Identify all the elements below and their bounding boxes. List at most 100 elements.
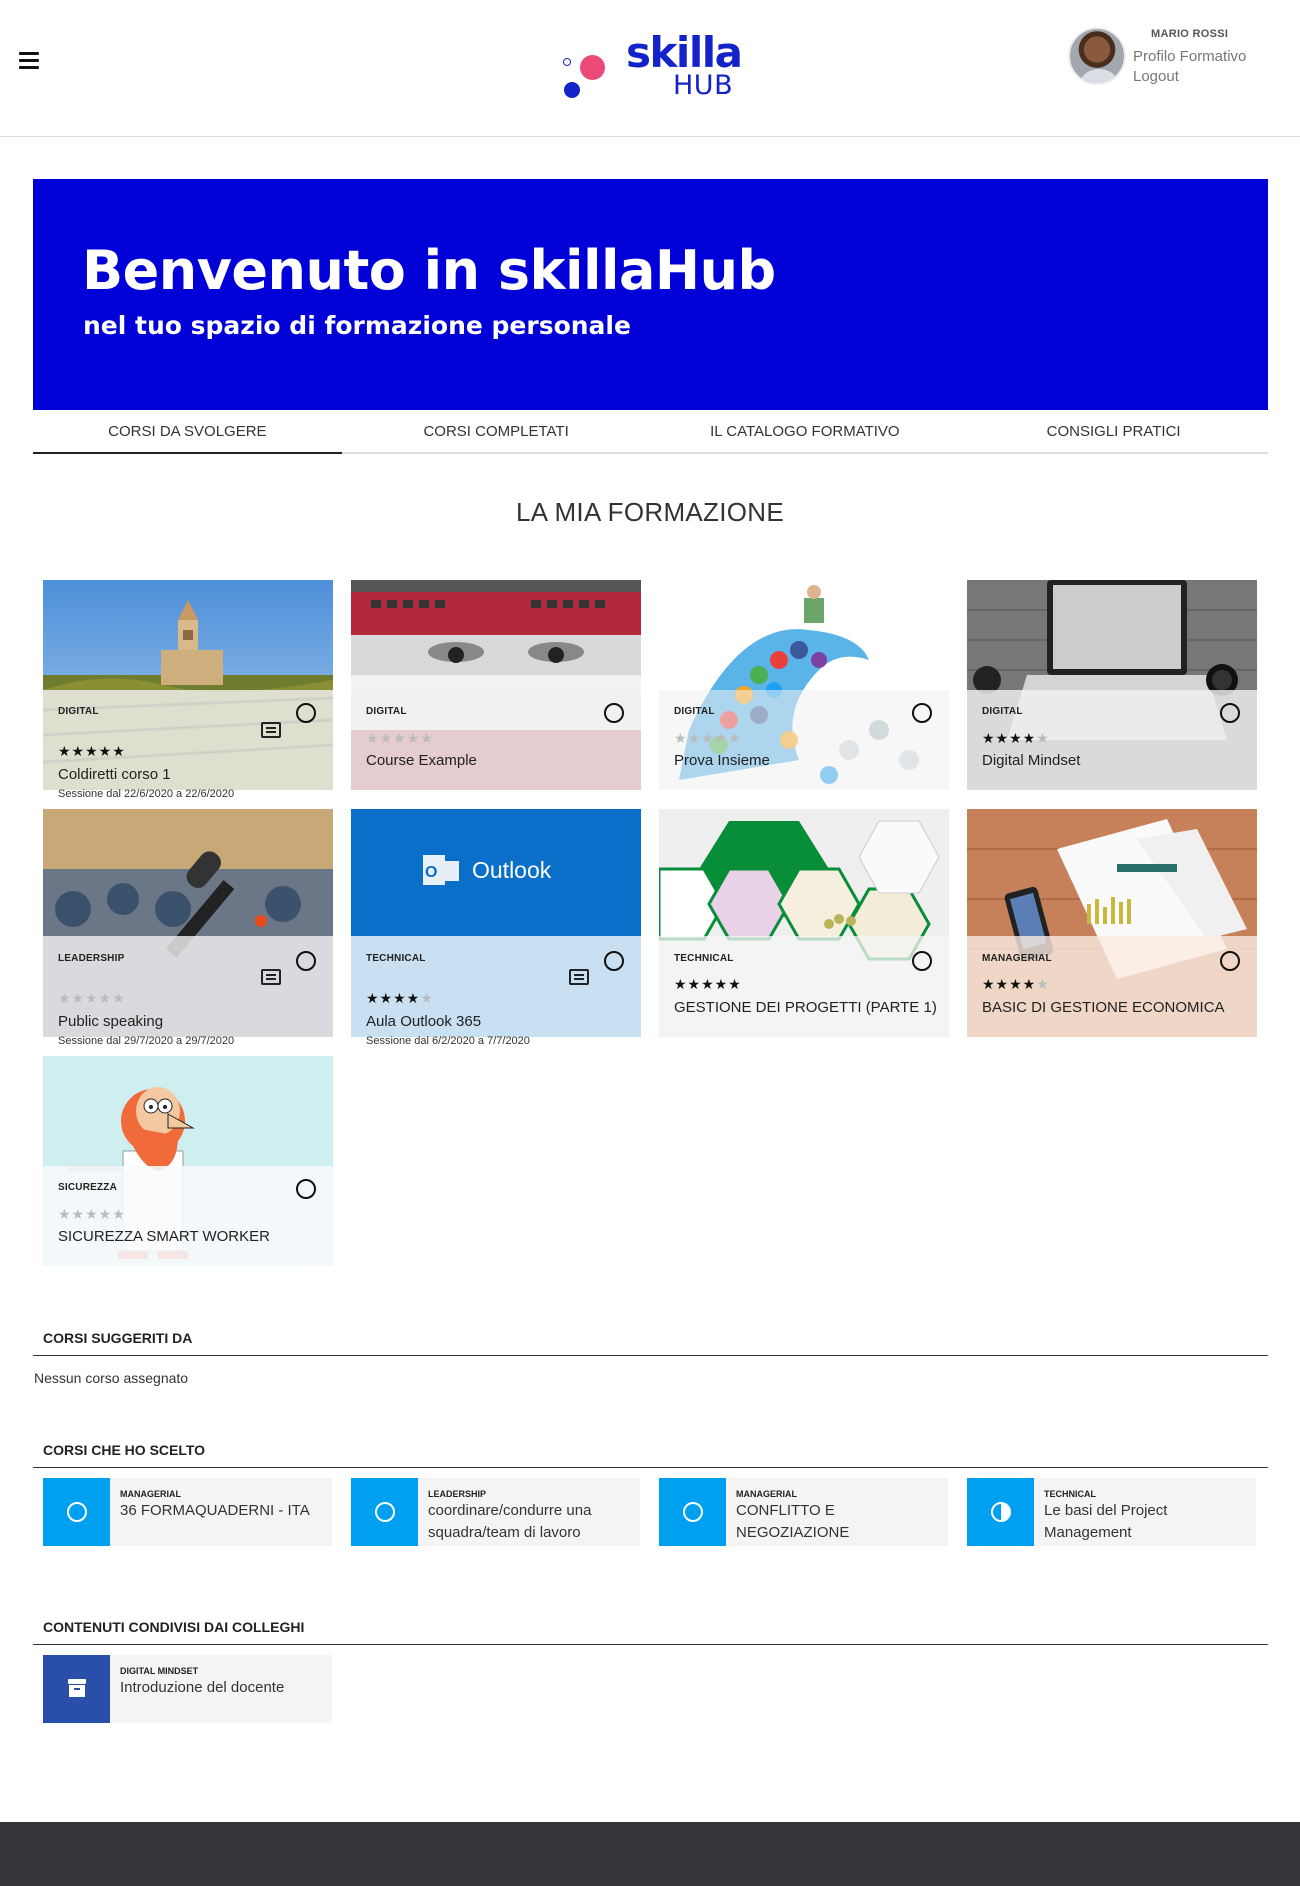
chosen-title: 36 FORMAQUADERNI - ITA [120,1502,310,1519]
archive-icon [68,1679,86,1697]
chosen-category: TECHNICAL [1044,1489,1096,1499]
rating-stars: ★★★★★ [674,730,742,746]
course-category: DIGITAL [58,706,99,717]
course-title: Prova Insieme [674,752,770,769]
banner-subtitle: nel tuo spazio di formazione personale [83,311,631,340]
course-card[interactable]: DIGITAL ★★★★★ Coldiretti corso 1 [43,580,333,790]
course-card[interactable]: DIGITAL ★★★★★ Course Example [351,580,641,790]
circle-icon [67,1502,87,1522]
chosen-course-item[interactable]: MANAGERIAL CONFLITTO E NEGOZIAZIONE [659,1478,948,1546]
chosen-title: CORSI CHE HO SCELTO [43,1442,206,1458]
status-circle-icon [604,951,624,971]
course-category: DIGITAL [674,706,715,717]
classroom-icon [261,969,281,985]
chosen-title: Le basi del Project Management [1044,1502,1168,1541]
status-circle-icon [1220,951,1240,971]
tab-consigli-pratici[interactable]: CONSIGLI PRATICI [959,410,1268,452]
tab-corsi-completati[interactable]: CORSI COMPLETATI [342,410,651,452]
status-circle-icon [296,951,316,971]
course-card[interactable]: O Outlook TECHNICAL ★★★★★ Aula Outlook 3… [351,809,641,1037]
course-session: Sessione dal 6/2/2020 a 7/7/2020 [366,1035,530,1047]
suggested-title: CORSI SUGGERITI DA [43,1330,193,1346]
content-type-tile [43,1655,110,1723]
logo-dot [564,82,580,98]
shared-content-item[interactable]: DIGITAL MINDSET Introduzione del docente [43,1655,332,1723]
page-footer [0,1822,1300,1886]
course-title: Aula Outlook 365 [366,1013,482,1030]
chosen-category: LEADERSHIP [428,1489,487,1499]
circle-icon [683,1502,703,1522]
logo-main-text: skilla [626,28,743,77]
rating-stars: ★★★★★ [982,730,1050,746]
chosen-course-item[interactable]: MANAGERIAL 36 FORMAQUADERNI - ITA [43,1478,332,1546]
user-name: MARIO ROSSI [1151,28,1229,40]
course-title: Digital Mindset [982,752,1081,769]
course-title: Course Example [366,752,477,769]
half-circle-icon [991,1502,1011,1522]
course-title: Coldiretti corso 1 [58,766,171,783]
course-title: Public speaking [58,1013,164,1030]
top-header: skilla HUB MARIO ROSSI Profilo Formativo… [0,0,1300,137]
tab-catalogo-formativo[interactable]: IL CATALOGO FORMATIVO [651,410,960,452]
course-category: TECHNICAL [366,953,426,964]
course-card[interactable]: DIGITAL ★★★★★ Digital Mindset [967,580,1257,790]
chosen-section-header: CORSI CHE HO SCELTO [33,1436,1268,1468]
course-card[interactable]: TECHNICAL ★★★★★ GESTIONE DEI PROGETTI (P… [659,809,949,1037]
circle-icon [375,1502,395,1522]
menu-icon[interactable] [19,52,39,70]
skillahub-logo[interactable]: skilla HUB [560,32,743,108]
course-category: DIGITAL [982,706,1023,717]
course-status-tile [967,1478,1034,1546]
course-card[interactable]: MANAGERIAL ★★★★★ BASIC DI GESTIONE ECONO… [967,809,1257,1037]
tab-corsi-da-svolgere[interactable]: CORSI DA SVOLGERE [33,410,342,454]
user-menu: MARIO ROSSI Profilo Formativo Logout [1066,25,1296,95]
shared-title: Introduzione del docente [120,1679,285,1696]
banner-title: Benvenuto in skillaHub [82,239,776,302]
tab-bar: CORSI DA SVOLGERE CORSI COMPLETATI IL CA… [33,410,1268,454]
course-title: GESTIONE DEI PROGETTI (PARTE 1) [674,999,937,1016]
course-session: Sessione dal 29/7/2020 a 29/7/2020 [58,1035,235,1047]
logo-dot [580,55,605,80]
course-title: BASIC DI GESTIONE ECONOMICA [982,999,1225,1016]
profile-link[interactable]: Profilo Formativo [1133,48,1246,65]
chosen-course-item[interactable]: TECHNICAL Le basi del Project Management [967,1478,1256,1546]
section-title: LA MIA FORMAZIONE [515,497,785,527]
rating-stars: ★★★★★ [366,730,434,746]
logo-sub-text: HUB [673,70,734,101]
course-category: MANAGERIAL [982,953,1052,964]
logo-dot [563,58,571,66]
course-category: DIGITAL [366,706,407,717]
status-circle-icon [296,703,316,723]
course-card[interactable]: LEADERSHIP ★★★★★ Public speaking [43,809,333,1037]
course-status-tile [659,1478,726,1546]
course-category: LEADERSHIP [58,953,125,964]
outlook-logo-text: Outlook [472,857,552,883]
status-circle-icon [1220,703,1240,723]
classroom-icon [261,722,281,738]
svg-text:O: O [425,864,437,881]
welcome-banner: Benvenuto in skillaHub nel tuo spazio di… [33,179,1268,410]
shared-category: DIGITAL MINDSET [120,1666,199,1676]
logout-link[interactable]: Logout [1133,68,1179,85]
empty-message: Nessun corso assegnato [34,1370,189,1386]
rating-stars: ★★★★★ [674,976,742,992]
rating-stars: ★★★★★ [982,976,1050,992]
chosen-category: MANAGERIAL [736,1489,797,1499]
course-card[interactable]: DIGITAL ★★★★★ Prova Insieme [659,580,949,790]
classroom-icon [569,969,589,985]
avatar[interactable] [1068,27,1126,85]
rating-stars: ★★★★★ [58,990,126,1006]
course-status-tile [43,1478,110,1546]
chosen-title: CONFLITTO E NEGOZIAZIONE [736,1502,850,1541]
course-card[interactable]: SICUREZZA ★★★★★ SICUREZZA SMART WORKER [43,1056,333,1266]
status-circle-icon [604,703,624,723]
status-circle-icon [912,951,932,971]
suggested-section-header: CORSI SUGGERITI DA [33,1324,1268,1356]
chosen-course-item[interactable]: LEADERSHIP coordinare/condurre una squad… [351,1478,640,1546]
shared-section-header: CONTENUTI CONDIVISI DAI COLLEGHI [33,1613,1268,1645]
course-session: Sessione dal 22/6/2020 a 22/6/2020 [58,788,235,800]
course-status-tile [351,1478,418,1546]
status-circle-icon [296,1179,316,1199]
course-title: SICUREZZA SMART WORKER [58,1228,270,1245]
shared-title: CONTENUTI CONDIVISI DAI COLLEGHI [43,1619,305,1635]
